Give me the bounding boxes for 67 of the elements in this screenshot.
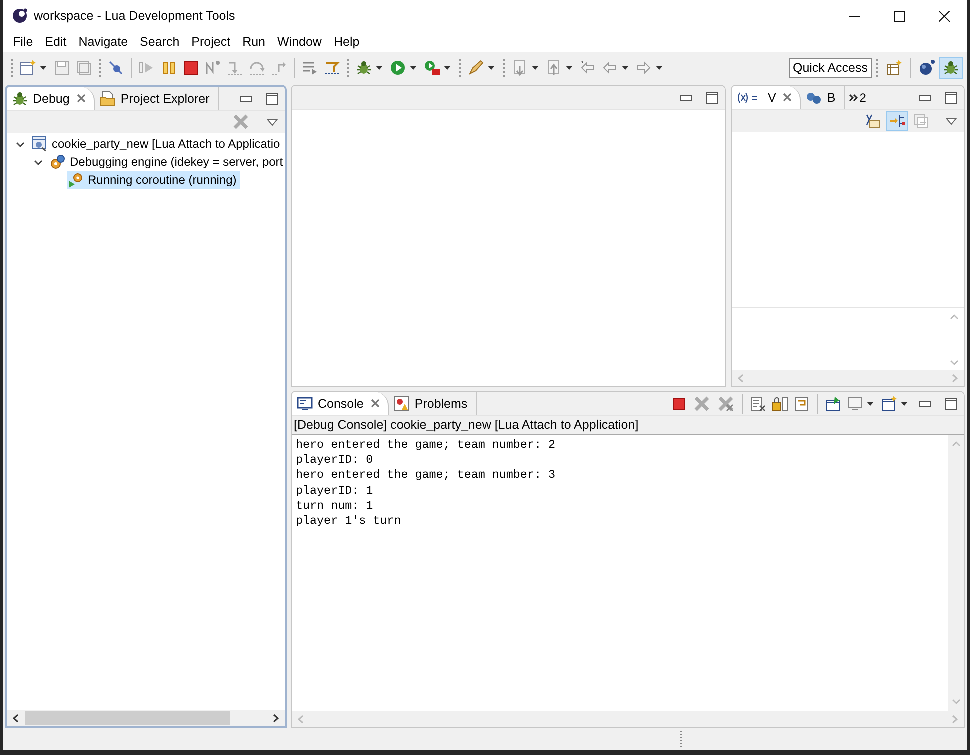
console-line: turn num: 1 [296, 498, 374, 514]
monitor-icon [297, 396, 313, 410]
console-line: playerID: 1 [296, 484, 374, 499]
minimize-icon[interactable] [919, 94, 931, 100]
maximize-icon[interactable] [945, 398, 957, 410]
caret-icon[interactable] [40, 66, 47, 70]
running-gear-icon [68, 172, 84, 188]
horizontal-scrollbar[interactable] [7, 710, 285, 726]
tree-item[interactable]: cookie_party_new [Lua Attach to Applicatio [31, 135, 284, 153]
minimize-icon[interactable] [240, 96, 252, 102]
console-line: hero entered the game; team number: 2 [296, 438, 557, 454]
menu-item[interactable]: Help [328, 35, 366, 49]
caret-icon[interactable] [444, 66, 451, 70]
launch-icon [32, 136, 48, 152]
scrollbar-thumb[interactable] [25, 711, 230, 725]
maximize-icon[interactable] [945, 92, 957, 104]
caret-icon[interactable] [376, 66, 383, 70]
maximize-icon[interactable] [706, 92, 718, 104]
caret-icon[interactable] [566, 66, 573, 70]
menu-item[interactable]: File [7, 35, 40, 49]
minimize-icon[interactable] [919, 400, 931, 406]
maximize-icon[interactable] [266, 92, 278, 104]
chevron-icon[interactable] [16, 140, 25, 148]
caret-icon[interactable] [656, 66, 663, 70]
console-header: [Debug Console] cookie_party_new [Lua Attach to Application] [292, 416, 964, 435]
caret-icon[interactable] [532, 66, 539, 70]
menu-item[interactable]: Project [186, 35, 237, 49]
drag-handle-icon[interactable] [680, 731, 683, 747]
caret-icon[interactable] [622, 66, 629, 70]
view-menu-icon[interactable] [946, 118, 957, 124]
menu-item[interactable]: Window [272, 35, 328, 49]
minimize-icon[interactable] [680, 94, 692, 100]
folder-icon [100, 90, 116, 106]
caret-icon[interactable] [410, 66, 417, 70]
view-tab[interactable]: B [801, 86, 845, 109]
caret-icon[interactable] [867, 402, 874, 406]
bug-icon [12, 90, 28, 106]
console-line: hero entered the game; team number: 3 [296, 468, 557, 484]
console-line: playerID: 0 [296, 453, 374, 468]
chevron-icon[interactable] [34, 158, 43, 166]
gears-icon [50, 154, 66, 170]
view-tab[interactable]: Problems [388, 392, 477, 415]
menu-item[interactable]: Edit [39, 35, 73, 49]
bug-icon[interactable] [939, 56, 963, 78]
tree-item[interactable]: Running coroutine (running) [67, 171, 240, 189]
view-tab[interactable]: Console [292, 392, 389, 415]
breakpoints-icon [806, 92, 822, 104]
menu-item[interactable]: Search [134, 35, 186, 49]
view-tab[interactable]: Project Explorer [94, 87, 219, 110]
view-tab[interactable]: Debug [7, 87, 95, 110]
console-line: player 1's turn [296, 514, 402, 530]
tree-item[interactable]: Debugging engine (idekey = server, port [49, 153, 285, 171]
menu-item[interactable]: Run [236, 35, 272, 49]
view-tab[interactable]: V [732, 86, 802, 109]
quick-access-field[interactable]: Quick Access [788, 58, 872, 78]
chevrons-icon [848, 94, 859, 102]
close-icon[interactable] [939, 10, 950, 22]
arrow-tree-icon[interactable] [886, 111, 908, 131]
maximize-icon[interactable] [894, 10, 905, 22]
window-title: workspace - Lua Development Tools [34, 9, 236, 23]
problems-icon [394, 396, 410, 412]
menu-item[interactable]: Navigate [72, 35, 134, 49]
caret-icon[interactable] [901, 402, 908, 406]
caret-icon[interactable] [488, 66, 495, 70]
view-menu-icon[interactable] [267, 118, 278, 126]
app-icon [12, 8, 28, 24]
overflow-tab[interactable]: 2 [844, 86, 870, 109]
